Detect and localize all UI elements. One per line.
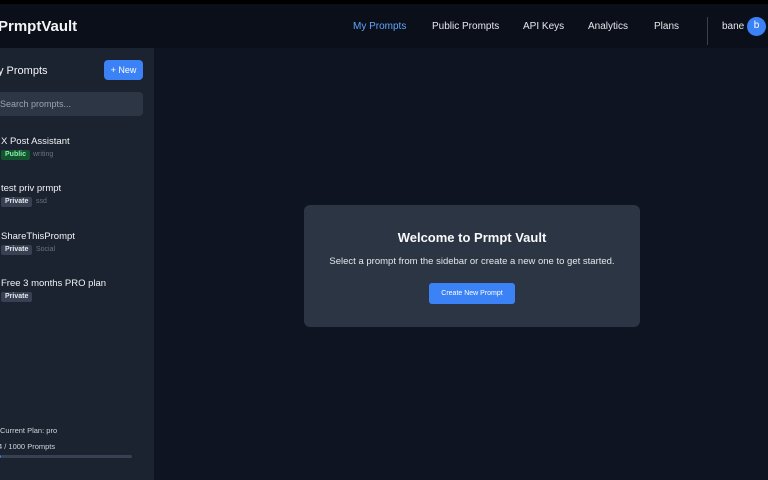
nav-plans[interactable]: Plans — [654, 21, 679, 32]
nav-divider — [707, 17, 708, 45]
create-new-prompt-button[interactable]: Create New Prompt — [429, 283, 515, 304]
prompt-list-item[interactable]: Free 3 months PRO plan Private — [0, 278, 154, 318]
sidebar-title: y Prompts — [0, 65, 48, 77]
top-navbar: PrmptVault My Prompts Public Prompts API… — [0, 0, 768, 48]
prompt-list-item[interactable]: X Post Assistant Public writing — [0, 136, 154, 176]
usage-progress-fill — [0, 455, 2, 458]
new-prompt-button[interactable]: + New — [104, 60, 143, 80]
usage-progress-bar — [0, 455, 132, 458]
visibility-badge: Private — [1, 292, 33, 302]
prompt-tag: ssd — [36, 198, 47, 205]
welcome-title: Welcome to Prmpt Vault — [397, 230, 547, 245]
welcome-text: Select a prompt from the sidebar or crea… — [329, 256, 615, 267]
user-name[interactable]: bane — [722, 21, 744, 32]
prompt-list-item[interactable]: test priv prmpt Private ssd — [0, 183, 154, 223]
prompt-tag: writing — [33, 151, 54, 158]
prompt-title: X Post Assistant — [1, 136, 70, 147]
visibility-badge: Private — [1, 245, 33, 255]
prompt-count: 4 / 1000 Prompts — [0, 442, 56, 451]
prompt-title: test priv prmpt — [1, 183, 62, 194]
sidebar: y Prompts + New Search prompts... X Post… — [0, 48, 154, 480]
nav-api-keys[interactable]: API Keys — [523, 21, 564, 32]
prompt-tag: Social — [36, 246, 56, 253]
nav-public-prompts[interactable]: Public Prompts — [432, 21, 499, 32]
visibility-badge: Public — [1, 150, 31, 160]
prompt-title: Free 3 months PRO plan — [1, 278, 107, 289]
current-plan: Current Plan: pro — [0, 426, 58, 435]
visibility-badge: Private — [1, 197, 33, 207]
prompt-list-item[interactable]: ShareThisPrompt Private Social — [0, 231, 154, 271]
search-input[interactable]: Search prompts... — [0, 92, 143, 116]
user-avatar[interactable]: b — [747, 17, 766, 36]
prompt-title: ShareThisPrompt — [1, 231, 75, 242]
brand-logo[interactable]: PrmptVault — [0, 18, 77, 35]
nav-analytics[interactable]: Analytics — [588, 21, 628, 32]
welcome-card: Welcome to Prmpt Vault Select a prompt f… — [304, 205, 640, 327]
nav-my-prompts[interactable]: My Prompts — [353, 21, 406, 32]
